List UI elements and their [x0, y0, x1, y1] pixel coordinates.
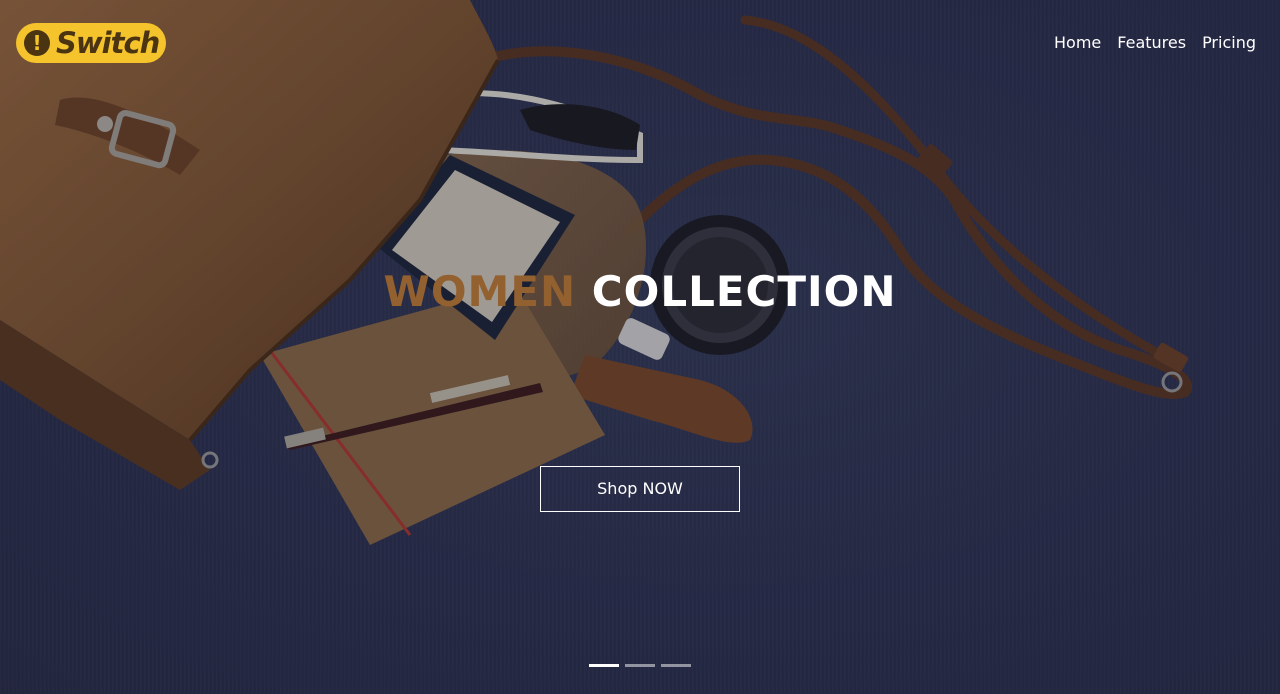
slide-indicator-2[interactable] — [625, 664, 655, 667]
main-nav: Home Features Pricing — [1054, 32, 1256, 54]
hero-slider: ! Switch Home Features Pricing WOMEN COL… — [0, 0, 1280, 694]
nav-link-pricing[interactable]: Pricing — [1202, 32, 1256, 54]
nav-link-features[interactable]: Features — [1117, 32, 1186, 54]
nav-link-home[interactable]: Home — [1054, 32, 1101, 54]
switch-logo[interactable]: ! Switch — [16, 23, 166, 63]
slide-indicator-3[interactable] — [661, 664, 691, 667]
logo-text: Switch — [56, 26, 160, 60]
slide-indicator-1[interactable] — [589, 664, 619, 667]
slide-indicators — [589, 664, 691, 667]
headline-main-word: COLLECTION — [591, 267, 897, 316]
hero-headline: WOMEN COLLECTION — [0, 266, 1280, 318]
exclamation-badge-icon: ! — [24, 30, 50, 56]
headline-accent-word: WOMEN — [383, 267, 577, 316]
shop-now-button[interactable]: Shop NOW — [540, 466, 740, 512]
darken-overlay — [0, 0, 1280, 694]
